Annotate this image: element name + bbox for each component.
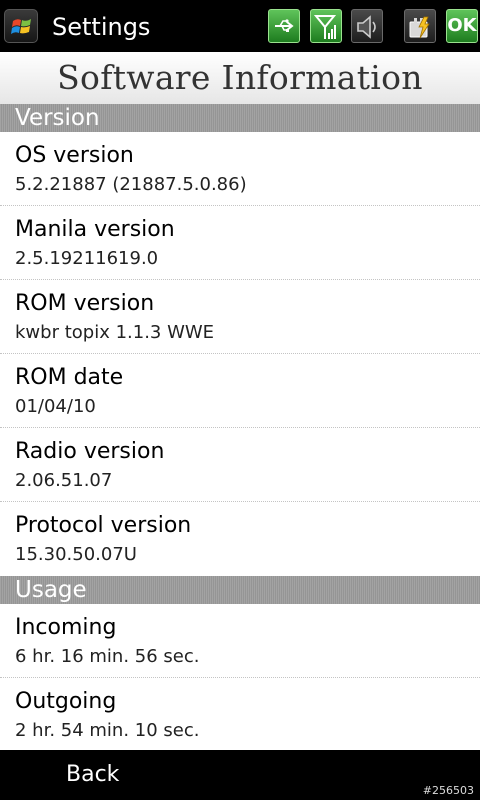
row-value: 6 hr. 16 min. 56 sec. <box>15 646 200 667</box>
list-item-protocol-version: Protocol version 15.30.50.07U <box>0 502 480 576</box>
usb-status[interactable] <box>268 9 300 43</box>
row-value: 2 hr. 54 min. 10 sec. <box>15 720 200 741</box>
row-label: Incoming <box>15 615 117 640</box>
app-title: Settings <box>52 13 151 41</box>
ok-button[interactable]: OK <box>446 9 478 43</box>
list-item-radio-version: Radio version 2.06.51.07 <box>0 428 480 502</box>
battery-status[interactable] <box>404 9 436 43</box>
page-header: Software Information <box>0 52 480 104</box>
list-item-os-version: OS version 5.2.21887 (21887.5.0.86) <box>0 132 480 206</box>
list-item-rom-version: ROM version kwbr topix 1.1.3 WWE <box>0 280 480 354</box>
section-header-version: Version <box>0 104 480 132</box>
row-label: ROM version <box>15 291 155 316</box>
volume-status[interactable] <box>351 9 383 43</box>
list-item-incoming: Incoming 6 hr. 16 min. 56 sec. <box>0 604 480 678</box>
row-label: Manila version <box>15 217 175 242</box>
battery-charging-icon <box>409 16 430 39</box>
speaker-icon <box>357 15 376 39</box>
section-header-usage: Usage <box>0 576 480 604</box>
row-value: 15.30.50.07U <box>15 544 137 565</box>
back-button[interactable]: Back <box>66 760 119 790</box>
row-label: ROM date <box>15 365 124 390</box>
windows-start-button[interactable] <box>4 9 38 43</box>
row-value: 5.2.21887 (21887.5.0.86) <box>15 174 247 195</box>
row-value: 2.06.51.07 <box>15 470 113 491</box>
row-label: Radio version <box>15 439 165 464</box>
signal-status[interactable] <box>310 9 342 43</box>
list-item-rom-date: ROM date 01/04/10 <box>0 354 480 428</box>
row-value: 01/04/10 <box>15 396 96 417</box>
watermark: #256503 <box>422 784 474 797</box>
page-title: Software Information <box>57 58 423 97</box>
settings-list[interactable]: Version OS version 5.2.21887 (21887.5.0.… <box>0 104 480 750</box>
row-value: kwbr topix 1.1.3 WWE <box>15 322 215 343</box>
softkey-bar: Back #256503 <box>0 750 480 800</box>
usb-icon <box>275 19 294 32</box>
row-label: Outgoing <box>15 689 117 714</box>
windows-start-icon <box>11 19 31 34</box>
signal-icon <box>314 15 337 39</box>
row-label: OS version <box>15 143 134 168</box>
list-item-outgoing: Outgoing 2 hr. 54 min. 10 sec. <box>0 678 480 750</box>
row-label: Protocol version <box>15 513 192 538</box>
list-item-manila-version: Manila version 2.5.19211619.0 <box>0 206 480 280</box>
status-bar: Settings OK <box>0 0 480 52</box>
row-value: 2.5.19211619.0 <box>15 248 159 269</box>
